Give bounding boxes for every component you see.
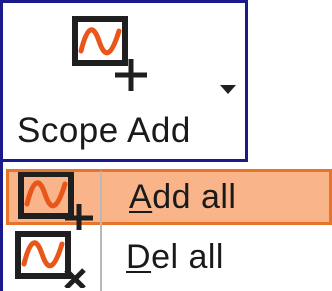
menu-item-add-all-label: Add all [129,178,236,217]
mnemonic-a: A [129,178,153,216]
menu-item-del-all[interactable]: Del all [6,230,332,288]
dropdown-arrow-icon[interactable] [220,85,236,95]
del-all-text: el all [151,238,224,276]
menu-left-border [0,159,3,291]
menu-item-del-all-label: Del all [126,238,224,277]
scope-add-icon [72,16,147,91]
scope-add-dropdown-menu: Add all Del all [0,159,332,291]
scope-add-split-button[interactable]: Scope Add [0,0,248,162]
mnemonic-d: D [126,238,152,276]
add-all-text: dd all [152,178,237,216]
scope-add-label: Scope Add [17,111,191,150]
scope-delete-icon [15,231,86,288]
menu-item-add-all[interactable]: Add all [6,169,332,230]
menu-top-border [0,159,248,162]
scope-add-icon [18,172,93,230]
